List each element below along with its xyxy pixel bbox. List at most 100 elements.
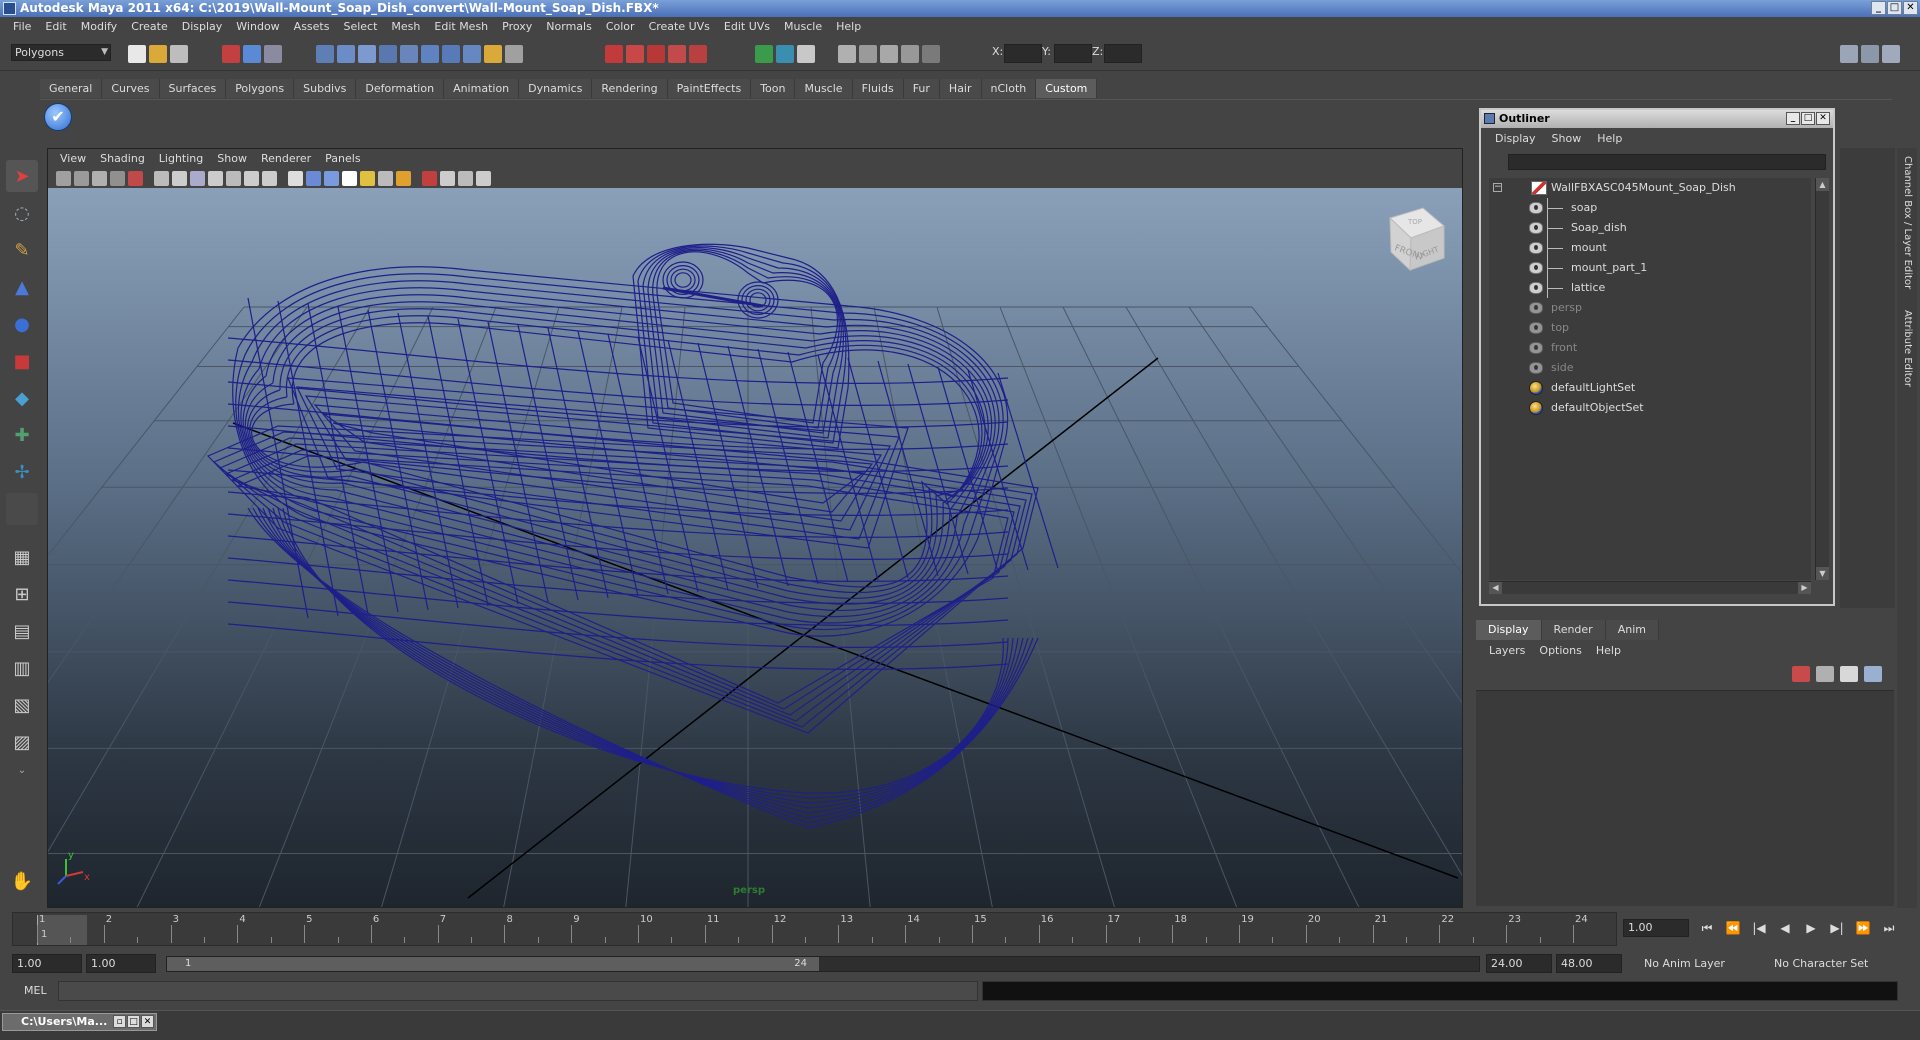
current-frame-field[interactable]: 1.00 xyxy=(1623,919,1689,937)
tab-attribute-editor[interactable]: Attribute Editor xyxy=(1899,310,1915,387)
close-task-button[interactable]: ✕ xyxy=(141,1015,154,1028)
viewport-menu-renderer[interactable]: Renderer xyxy=(254,152,318,165)
menu-display[interactable]: Display xyxy=(175,20,230,33)
shelf-tab-ncloth[interactable]: nCloth xyxy=(981,79,1037,98)
help-icon[interactable] xyxy=(463,45,481,63)
move-layer-down-icon[interactable] xyxy=(1816,666,1834,682)
layer-tab-anim[interactable]: Anim xyxy=(1605,620,1659,640)
channel-box-icon[interactable] xyxy=(755,45,773,63)
sidebar-toggle-icon[interactable] xyxy=(1840,45,1858,63)
smooth-shade-icon[interactable] xyxy=(306,170,321,186)
isolate-select-icon[interactable] xyxy=(422,170,437,186)
restore-button[interactable]: ▫ xyxy=(113,1015,126,1028)
range-handle[interactable]: 1 24 xyxy=(167,957,819,971)
layer-tab-render[interactable]: Render xyxy=(1541,620,1606,640)
layout-chevron-icon[interactable]: ⌄ xyxy=(6,763,38,777)
new-scene-icon[interactable] xyxy=(128,45,146,63)
outliner-menu-display[interactable]: Display xyxy=(1487,132,1544,145)
isolate-icon[interactable] xyxy=(901,45,919,63)
four-pane-layout-icon[interactable]: ⊞ xyxy=(6,578,38,610)
go-to-end-icon[interactable]: ⏭ xyxy=(1879,920,1899,936)
last-tool-icon[interactable] xyxy=(6,493,38,525)
hypershade-icon[interactable] xyxy=(668,45,686,63)
menu-create[interactable]: Create xyxy=(124,20,175,33)
render-current-icon[interactable] xyxy=(605,45,623,63)
menu-normals[interactable]: Normals xyxy=(539,20,599,33)
step-back-key-icon[interactable]: |◀ xyxy=(1749,920,1769,936)
start-time-field[interactable]: 1.00 xyxy=(12,954,82,973)
viewport-menu-panels[interactable]: Panels xyxy=(318,152,367,165)
character-set-dropdown[interactable]: No Character Set xyxy=(1770,954,1888,973)
menu-create-uvs[interactable]: Create UVs xyxy=(642,20,717,33)
checkmark-shelf-icon[interactable]: ✔ xyxy=(44,103,72,131)
viewport-menu-show[interactable]: Show xyxy=(210,152,254,165)
graph-layout-icon[interactable]: ▥ xyxy=(6,652,38,684)
attributes-layout-icon[interactable] xyxy=(1882,45,1900,63)
outliner-item[interactable]: side xyxy=(1489,358,1811,378)
show-manipulator-icon[interactable]: ✢ xyxy=(6,456,38,488)
step-forward-key-icon[interactable]: ▶| xyxy=(1827,920,1847,936)
open-scene-icon[interactable] xyxy=(149,45,167,63)
default-light-icon[interactable] xyxy=(396,170,411,186)
end-time-field[interactable]: 48.00 xyxy=(1556,954,1622,973)
new-layer-selected-icon[interactable] xyxy=(1864,666,1882,682)
shelf-tab-animation[interactable]: Animation xyxy=(444,79,520,98)
outliner-item[interactable]: lattice xyxy=(1489,278,1811,298)
outliner-close-button[interactable]: ✕ xyxy=(1816,112,1830,125)
field-chart-icon[interactable] xyxy=(226,170,241,186)
viewport-menu-lighting[interactable]: Lighting xyxy=(152,152,210,165)
playback-end-field[interactable]: 24.00 xyxy=(1486,954,1552,973)
z-input[interactable] xyxy=(1104,44,1142,63)
menu-mesh[interactable]: Mesh xyxy=(384,20,427,33)
time-slider[interactable]: 1 1 2 3 4 5 6 7 8 9 10 11 12 13 14 15 16 17 18 19 20 21 22 23 2… xyxy=(12,912,1617,946)
shelf-tab-curves[interactable]: Curves xyxy=(102,79,160,98)
shelf-tab-toon[interactable]: Toon xyxy=(751,79,796,98)
magnet-icon[interactable] xyxy=(505,45,523,63)
wireframe-on-shaded-icon[interactable] xyxy=(324,170,339,186)
rotate-tool-icon[interactable]: ● xyxy=(6,308,38,340)
menu-edit[interactable]: Edit xyxy=(38,20,73,33)
scroll-up-icon[interactable]: ▲ xyxy=(1816,178,1829,191)
close-button[interactable]: ✕ xyxy=(1903,1,1918,15)
tab-channel-box[interactable]: Channel Box / Layer Editor xyxy=(1899,156,1915,289)
lasso-tool-icon[interactable]: ◌ xyxy=(6,197,38,229)
perspective-viewport[interactable]: View Shading Lighting Show Renderer Panels xyxy=(47,148,1463,908)
maximize-button[interactable]: □ xyxy=(1887,1,1902,15)
wireframe-shading-icon[interactable] xyxy=(288,170,303,186)
menu-assets[interactable]: Assets xyxy=(287,20,337,33)
outliner-item[interactable]: top xyxy=(1489,318,1811,338)
select-tool-icon[interactable]: ➤ xyxy=(6,160,38,192)
mel-label[interactable]: MEL xyxy=(24,984,47,997)
menu-edit-mesh[interactable]: Edit Mesh xyxy=(427,20,495,33)
menu-proxy[interactable]: Proxy xyxy=(495,20,539,33)
outliner-item[interactable]: − WallFBXASC045Mount_Soap_Dish xyxy=(1489,178,1811,198)
two-d-pan-icon[interactable] xyxy=(128,170,143,186)
ipr-render-icon[interactable] xyxy=(626,45,644,63)
attribute-editor-icon[interactable] xyxy=(776,45,794,63)
command-input[interactable] xyxy=(58,981,978,1001)
step-back-icon[interactable]: ⏪ xyxy=(1723,920,1743,936)
snap-view-plane-icon[interactable] xyxy=(379,45,397,63)
textured-icon[interactable] xyxy=(342,170,357,186)
xray-icon[interactable] xyxy=(838,45,856,63)
outliner-layout-icon[interactable]: ▤ xyxy=(6,615,38,647)
anim-layer-dropdown[interactable]: No Anim Layer xyxy=(1640,954,1750,973)
snap-grid-icon[interactable] xyxy=(316,45,334,63)
outliner-item[interactable]: mount_part_1 xyxy=(1489,258,1811,278)
shelf-tab-dynamics[interactable]: Dynamics xyxy=(519,79,593,98)
bookmark-icon[interactable] xyxy=(92,170,107,186)
make-live-icon[interactable] xyxy=(400,45,418,63)
single-pane-layout-icon[interactable]: ▦ xyxy=(6,541,38,573)
outliner-item[interactable]: soap xyxy=(1489,198,1811,218)
hypershade-layout-icon[interactable]: ▧ xyxy=(6,689,38,721)
outliner-item[interactable]: defaultLightSet xyxy=(1489,378,1811,398)
tool-settings-icon[interactable] xyxy=(797,45,815,63)
snap-curve-icon[interactable] xyxy=(337,45,355,63)
playback-start-field[interactable]: 1.00 xyxy=(86,954,156,973)
outliner-minimize-button[interactable]: _ xyxy=(1786,112,1800,125)
viewport-canvas[interactable]: FRONT RIGHT TOP y x persp xyxy=(48,188,1462,907)
shelf-tab-general[interactable]: General xyxy=(40,79,103,98)
shelf-tab-polygons[interactable]: Polygons xyxy=(226,79,295,98)
smooth-icon[interactable] xyxy=(859,45,877,63)
outliner-vertical-scrollbar[interactable]: ▲ ▼ xyxy=(1815,178,1829,580)
